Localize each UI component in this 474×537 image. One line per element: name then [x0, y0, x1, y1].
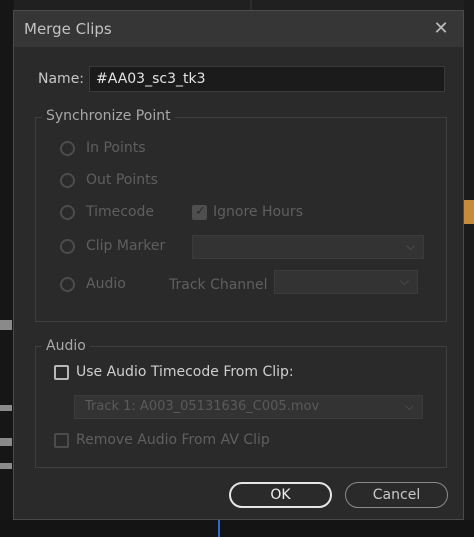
close-button[interactable]: ✕: [431, 19, 451, 39]
remove-audio-label: Remove Audio From AV Clip: [76, 432, 270, 448]
dropdown-selected-value: Track 1: A003_05131636_C005.mov: [85, 399, 320, 414]
radio-label: Timecode: [86, 204, 155, 220]
background-mark: [0, 405, 12, 411]
radio-button[interactable]: [60, 173, 75, 188]
checkmark-icon: ✓: [195, 204, 206, 219]
cancel-button[interactable]: Cancel: [345, 482, 448, 508]
ok-button[interactable]: OK: [229, 482, 332, 508]
ignore-hours-checkbox[interactable]: ✓: [192, 204, 207, 220]
background-mark: [0, 463, 12, 469]
merge-clips-dialog: Merge Clips ✕ Name: Synchronize Point In…: [13, 10, 464, 520]
background-mark: [0, 438, 12, 446]
background-timeline: [0, 520, 474, 537]
use-audio-timecode-label: Use Audio Timecode From Clip:: [76, 364, 294, 380]
radio-label: Audio: [86, 276, 126, 292]
name-input[interactable]: [89, 66, 445, 92]
playhead: [218, 520, 220, 537]
radio-label: Clip Marker: [86, 238, 166, 254]
radio-button[interactable]: [60, 141, 75, 156]
remove-audio-checkbox[interactable]: [54, 433, 69, 448]
camera-icon: [0, 320, 12, 330]
dialog-titlebar: Merge Clips ✕: [14, 11, 463, 47]
ignore-hours-label: Ignore Hours: [213, 204, 303, 220]
radio-button[interactable]: [60, 239, 75, 254]
close-icon: ✕: [433, 18, 449, 39]
track-channel-dropdown[interactable]: ⌵: [274, 270, 418, 294]
radio-button[interactable]: [60, 277, 75, 292]
audio-group-title: Audio: [42, 338, 90, 354]
radio-label: Out Points: [86, 172, 158, 188]
audio-track-dropdown[interactable]: Track 1: A003_05131636_C005.mov ⌵: [74, 395, 423, 419]
name-label: Name:: [38, 71, 85, 87]
dialog-title: Merge Clips: [24, 20, 112, 38]
background-app-right: [464, 0, 474, 537]
chevron-down-icon: ⌵: [399, 274, 409, 288]
chevron-down-icon: ⌵: [405, 239, 415, 253]
radio-button[interactable]: [60, 205, 75, 220]
background-thumbnail: [464, 200, 474, 224]
track-channel-label: Track Channel: [169, 277, 268, 293]
synchronize-point-title: Synchronize Point: [42, 108, 175, 124]
use-audio-timecode-checkbox[interactable]: [54, 365, 69, 380]
background-app-left: [0, 0, 14, 537]
radio-label: In Points: [86, 140, 146, 156]
chevron-down-icon: ⌵: [404, 399, 414, 413]
clip-marker-dropdown[interactable]: ⌵: [192, 235, 424, 259]
